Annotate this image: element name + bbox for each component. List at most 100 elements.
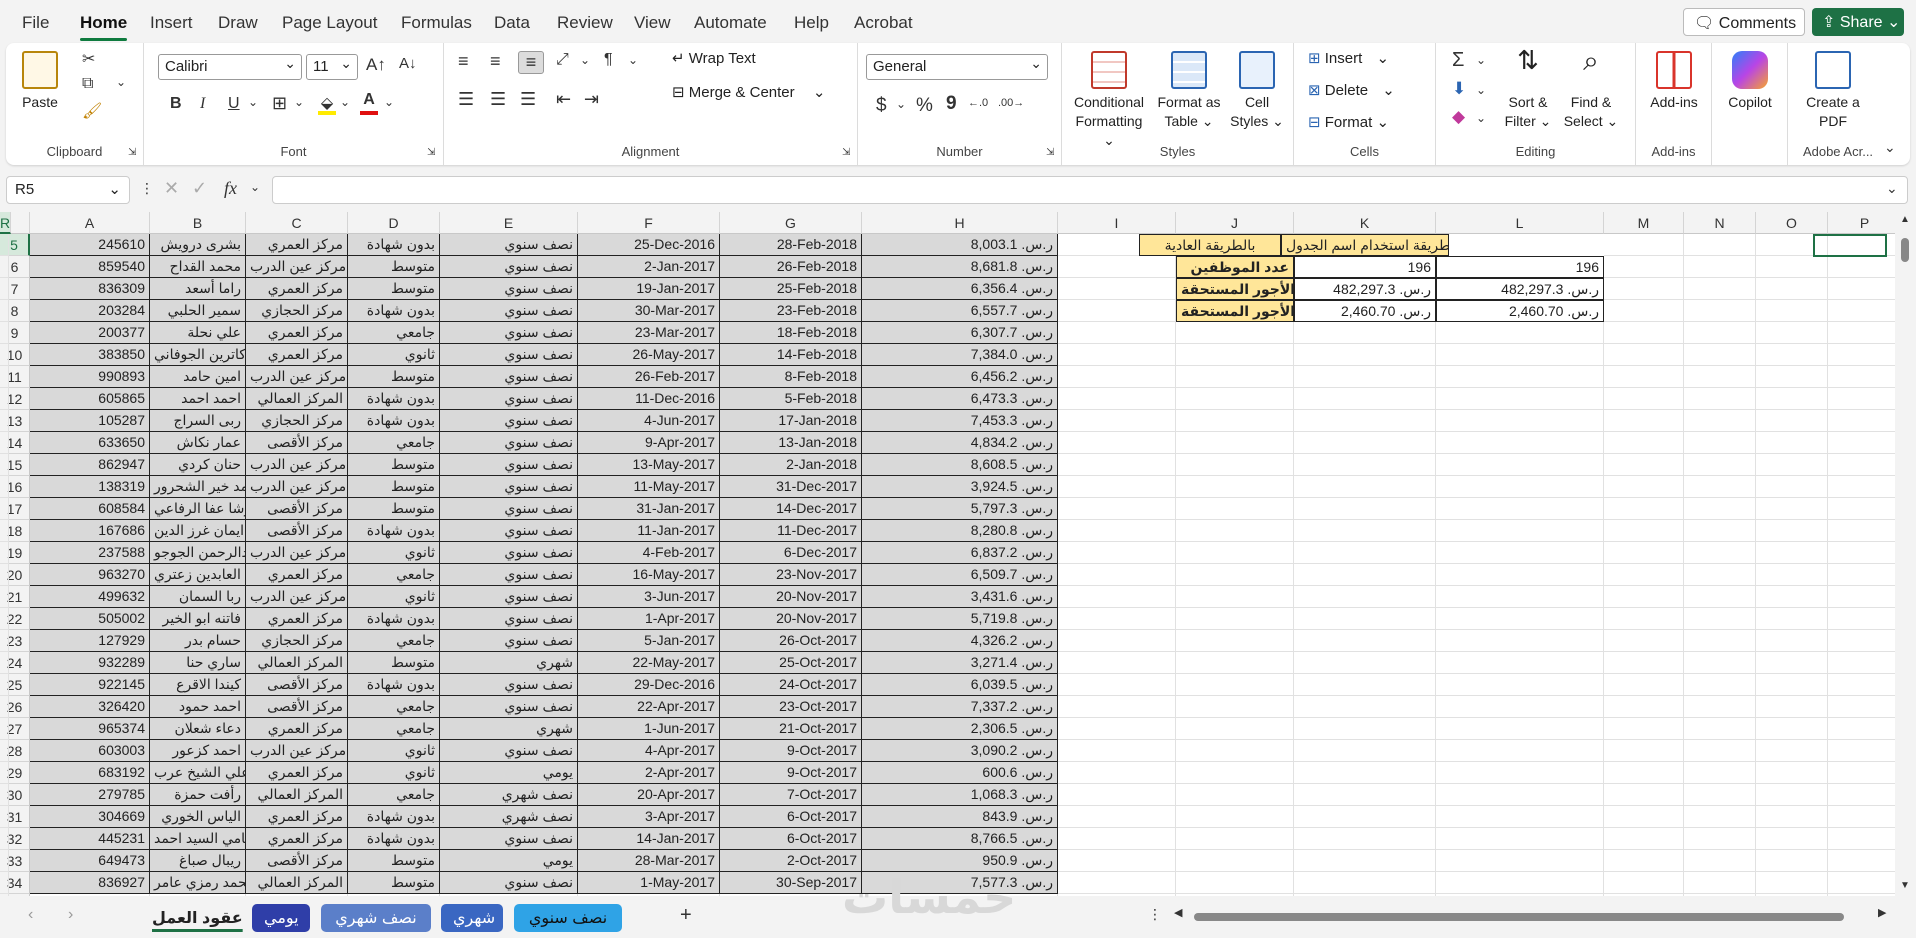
text-direction-icon[interactable]: ¶ xyxy=(604,51,613,69)
column-header[interactable]: C xyxy=(246,212,348,234)
grid-cell[interactable] xyxy=(1176,322,1294,344)
grid-cell[interactable] xyxy=(1436,872,1604,894)
grid-cell[interactable] xyxy=(0,278,9,300)
table-cell[interactable]: نصف سنوي xyxy=(440,564,578,586)
grid-cell[interactable] xyxy=(1684,366,1756,388)
table-cell[interactable]: 24-Oct-2017 xyxy=(720,674,862,696)
scroll-right-icon[interactable]: ▶ xyxy=(1878,906,1886,919)
table-cell[interactable]: مركز عين الدرب xyxy=(246,454,348,476)
grid-cell[interactable] xyxy=(1756,366,1828,388)
table-cell[interactable]: متوسط xyxy=(348,278,440,300)
grid-cell[interactable] xyxy=(0,388,9,410)
grid-cell[interactable] xyxy=(1176,564,1294,586)
table-cell[interactable]: ثانوي xyxy=(348,762,440,784)
column-header[interactable]: M xyxy=(1604,212,1684,234)
table-cell[interactable]: كاترين الجوفاني xyxy=(150,344,246,366)
grid-cell[interactable] xyxy=(1176,696,1294,718)
grid-cell[interactable] xyxy=(1756,806,1828,828)
dialog-launcher-icon[interactable]: ⇲ xyxy=(427,147,435,158)
table-cell[interactable]: مركز الأقصى xyxy=(246,520,348,542)
table-cell[interactable]: مركز العمري xyxy=(246,806,348,828)
table-cell[interactable]: مركز عين الدرب xyxy=(246,476,348,498)
grid-cell[interactable] xyxy=(1436,542,1604,564)
grid-cell[interactable] xyxy=(1176,476,1294,498)
grid-cell[interactable] xyxy=(1294,410,1436,432)
grid-cell[interactable] xyxy=(1294,608,1436,630)
grid-cell[interactable] xyxy=(1058,454,1176,476)
grid-cell[interactable] xyxy=(1684,432,1756,454)
grid-cell[interactable] xyxy=(1436,432,1604,454)
grid-cell[interactable] xyxy=(1828,344,1895,366)
grid-cell[interactable] xyxy=(1828,476,1895,498)
table-cell[interactable]: مركز عين الدرب xyxy=(246,366,348,388)
grid-cell[interactable] xyxy=(1828,322,1895,344)
grid-cell[interactable] xyxy=(1058,300,1176,322)
table-cell[interactable]: ثانوي xyxy=(348,740,440,762)
grid-cell[interactable] xyxy=(1058,322,1176,344)
grid-cell[interactable] xyxy=(0,344,9,366)
grid-cell[interactable] xyxy=(1756,762,1828,784)
grid-cell[interactable] xyxy=(1436,762,1604,784)
table-cell[interactable]: ر.س. 6,356.4 xyxy=(862,278,1058,300)
grid-cell[interactable] xyxy=(1436,366,1604,388)
column-header[interactable]: H xyxy=(862,212,1058,234)
table-cell[interactable]: ر.س. 8,280.8 xyxy=(862,520,1058,542)
table-cell[interactable]: ر.س. 3,271.4 xyxy=(862,652,1058,674)
table-cell[interactable]: 3-Jun-2017 xyxy=(578,586,720,608)
grid-cell[interactable] xyxy=(1756,476,1828,498)
grid-cell[interactable] xyxy=(1828,806,1895,828)
grid-cell[interactable] xyxy=(1604,256,1684,278)
decrease-font-icon[interactable]: A↓ xyxy=(399,55,417,72)
table-cell[interactable]: مركز الحجازي xyxy=(246,410,348,432)
copy-icon[interactable]: ⧉ xyxy=(82,75,93,93)
table-cell[interactable]: رأفت حمزة xyxy=(150,784,246,806)
table-cell[interactable]: الياس الخوري xyxy=(150,806,246,828)
table-cell[interactable]: متوسط xyxy=(348,498,440,520)
table-cell[interactable]: 13-May-2017 xyxy=(578,454,720,476)
table-cell[interactable]: 21-Oct-2017 xyxy=(720,718,862,740)
summary-value-k[interactable]: ر.س. 2,460.70 xyxy=(1294,300,1436,322)
grid-cell[interactable] xyxy=(1294,872,1436,894)
table-cell[interactable]: نصف سنوي xyxy=(440,432,578,454)
grid-cell[interactable] xyxy=(1436,806,1604,828)
grid-cell[interactable] xyxy=(1756,718,1828,740)
table-cell[interactable]: 326420 xyxy=(30,696,150,718)
table-cell[interactable]: 23-Feb-2018 xyxy=(720,300,862,322)
conditional-formatting-button[interactable]: Conditional Formatting ⌄ xyxy=(1068,51,1150,150)
grid-cell[interactable] xyxy=(1604,740,1684,762)
column-header[interactable]: K xyxy=(1294,212,1436,234)
grid-cell[interactable] xyxy=(0,498,9,520)
borders-icon[interactable]: ⊞ xyxy=(272,93,287,114)
table-cell[interactable]: مركز الحجازي xyxy=(246,300,348,322)
table-cell[interactable]: ر.س. 3,431.6 xyxy=(862,586,1058,608)
table-cell[interactable]: مركز الأقصى xyxy=(246,432,348,454)
grid-cell[interactable] xyxy=(1684,696,1756,718)
grid-cell[interactable] xyxy=(0,850,9,872)
grid-cell[interactable] xyxy=(1684,388,1756,410)
grid-cell[interactable] xyxy=(1684,498,1756,520)
grid-cell[interactable] xyxy=(1176,872,1294,894)
grid-cell[interactable] xyxy=(1604,410,1684,432)
grid-cell[interactable] xyxy=(1294,322,1436,344)
menu-view[interactable]: View xyxy=(634,13,671,33)
table-cell[interactable]: 603003 xyxy=(30,740,150,762)
table-cell[interactable]: نصف سنوي xyxy=(440,520,578,542)
table-cell[interactable]: ر.س. 8,766.5 xyxy=(862,828,1058,850)
grid-cell[interactable] xyxy=(1436,586,1604,608)
orientation-icon[interactable]: ⤢ xyxy=(556,51,569,69)
table-cell[interactable]: محمد رمزي عامر xyxy=(150,872,246,894)
align-middle-icon[interactable]: ≡ xyxy=(490,51,501,72)
table-cell[interactable]: 19-Jan-2017 xyxy=(578,278,720,300)
grid-cell[interactable] xyxy=(1436,498,1604,520)
table-cell[interactable]: نصف سنوي xyxy=(440,740,578,762)
chevron-down-icon[interactable]: ⌄ xyxy=(250,180,260,194)
grid-cell[interactable] xyxy=(1756,872,1828,894)
grid-cell[interactable] xyxy=(0,828,9,850)
grid-cell[interactable] xyxy=(1436,608,1604,630)
grid-cell[interactable] xyxy=(1058,564,1176,586)
grid-cell[interactable] xyxy=(1756,454,1828,476)
menu-page-layout[interactable]: Page Layout xyxy=(282,13,377,33)
table-cell[interactable]: جامعي xyxy=(348,718,440,740)
percent-button[interactable]: % xyxy=(916,95,933,117)
grid-cell[interactable] xyxy=(1828,520,1895,542)
